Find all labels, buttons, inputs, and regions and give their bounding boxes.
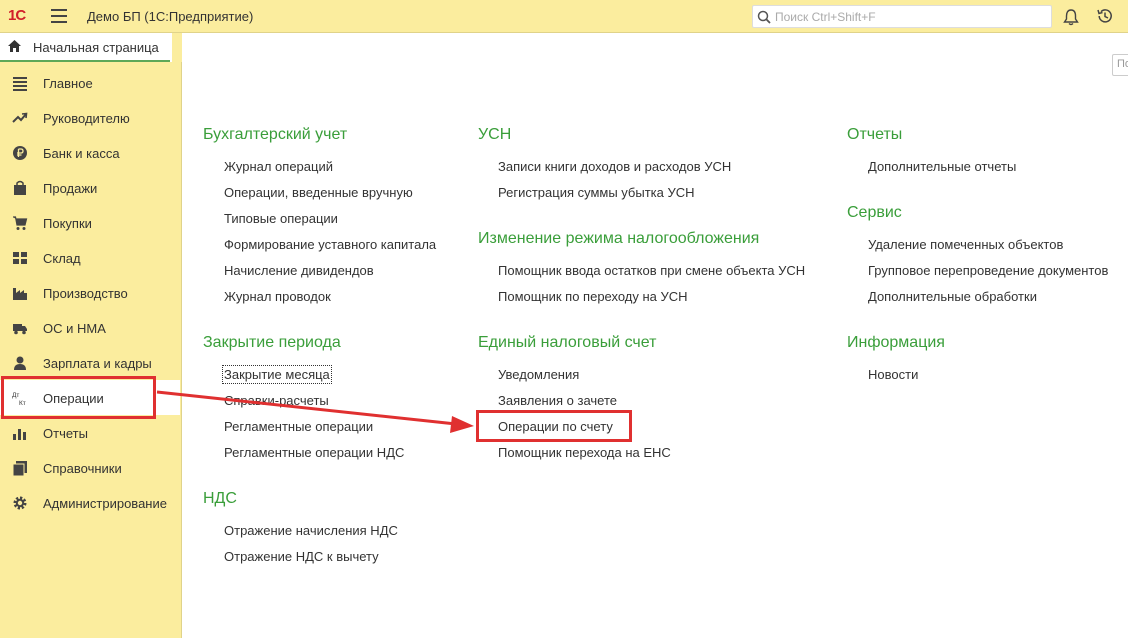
main-content: По Бухгалтерский учет Журнал операций Оп… <box>182 54 1128 638</box>
link-month-closing[interactable]: Закрытие месяца <box>222 365 332 384</box>
sidebar-item-label: Продажи <box>43 181 98 196</box>
sidebar-item-directories[interactable]: Справочники <box>0 450 180 485</box>
tab-home-label: Начальная страница <box>33 40 159 55</box>
sidebar-item-label: Справочники <box>43 461 122 476</box>
bag-icon <box>14 180 26 195</box>
group-title-reports: Отчеты <box>847 126 903 143</box>
sidebar-item-payroll[interactable]: Зарплата и кадры <box>0 345 180 380</box>
trend-icon <box>12 112 28 123</box>
group-title-information: Информация <box>847 334 945 351</box>
link-usn-balance-wizard[interactable]: Помощник ввода остатков при смене объект… <box>498 263 805 278</box>
link-regulatory-operations[interactable]: Регламентные операции <box>224 419 373 434</box>
group-title-vat: НДС <box>203 490 237 507</box>
ruble-icon <box>13 146 27 160</box>
history-icon[interactable] <box>1096 7 1114 25</box>
link-vat-deduction[interactable]: Отражение НДС к вычету <box>224 549 379 564</box>
sidebar-item-label: Руководителю <box>43 111 130 126</box>
link-additional-processing[interactable]: Дополнительные обработки <box>868 289 1037 304</box>
link-manual-operations[interactable]: Операции, введенные вручную <box>224 185 413 200</box>
link-capital-formation[interactable]: Формирование уставного капитала <box>224 237 436 252</box>
search-icon <box>757 10 771 24</box>
link-operations-journal[interactable]: Журнал операций <box>224 159 333 174</box>
sidebar-item-label: Банк и касса <box>43 146 120 161</box>
link-regulatory-vat[interactable]: Регламентные операции НДС <box>224 445 404 460</box>
app-title: Демо БП (1С:Предприятие) <box>87 9 254 24</box>
sidebar-item-manager[interactable]: Руководителю <box>0 100 180 135</box>
sidebar-item-reports[interactable]: Отчеты <box>0 415 180 450</box>
sidebar-item-label: ОС и НМА <box>43 321 106 336</box>
sidebar-item-warehouse[interactable]: Склад <box>0 240 180 275</box>
bell-icon[interactable] <box>1062 8 1080 26</box>
sidebar-item-production[interactable]: Производство <box>0 275 180 310</box>
group-title-accounting: Бухгалтерский учет <box>203 126 348 143</box>
sidebar-item-label: Зарплата и кадры <box>43 356 152 371</box>
search-box[interactable] <box>752 5 1052 28</box>
logo-1c: 1С <box>8 7 26 24</box>
link-typical-operations[interactable]: Типовые операции <box>224 211 338 226</box>
sidebar-item-label: Администрирование <box>43 496 167 511</box>
link-group-reposting[interactable]: Групповое перепроведение документов <box>868 263 1108 278</box>
sidebar-item-label: Главное <box>43 76 93 91</box>
books-icon <box>12 461 27 476</box>
sidebar-item-purchases[interactable]: Покупки <box>0 205 180 240</box>
link-dividends[interactable]: Начисление дивидендов <box>224 263 374 278</box>
sidebar-item-label: Покупки <box>43 216 92 231</box>
link-ens-wizard[interactable]: Помощник перехода на ЕНС <box>498 445 671 460</box>
factory-icon <box>13 288 27 300</box>
sidebar-item-label: Склад <box>43 251 81 266</box>
highlight-box-account-operations <box>476 410 632 442</box>
link-notifications[interactable]: Уведомления <box>498 367 579 382</box>
group-title-tax-regime: Изменение режима налогообложения <box>478 230 760 247</box>
link-entries-journal[interactable]: Журнал проводок <box>224 289 331 304</box>
group-title-usn: УСН <box>478 126 512 143</box>
gear-icon <box>13 496 27 510</box>
sidebar-item-assets[interactable]: ОС и НМА <box>0 310 180 345</box>
tab-divider <box>172 33 182 62</box>
cart-icon <box>13 216 28 230</box>
group-title-service: Сервис <box>847 204 902 221</box>
link-usn-loss[interactable]: Регистрация суммы убытка УСН <box>498 185 695 200</box>
person-icon <box>14 356 26 370</box>
link-usn-transition-wizard[interactable]: Помощник по переходу на УСН <box>498 289 688 304</box>
warehouse-icon <box>13 252 27 264</box>
sidebar-item-admin[interactable]: Администрирование <box>0 485 180 520</box>
link-additional-reports[interactable]: Дополнительные отчеты <box>868 159 1016 174</box>
sidebar: Главное Руководителю Банк и касса Продаж… <box>0 62 182 638</box>
sidebar-item-label: Отчеты <box>43 426 88 441</box>
title-bar: 1С Демо БП (1С:Предприятие) <box>0 0 1128 33</box>
link-usn-book[interactable]: Записи книги доходов и расходов УСН <box>498 159 731 174</box>
link-calculations[interactable]: Справки-расчеты <box>224 393 329 408</box>
search-input[interactable] <box>775 9 1045 25</box>
tab-home[interactable]: Начальная страница <box>0 33 170 62</box>
link-news[interactable]: Новости <box>868 367 918 382</box>
group-title-ens: Единый налоговый счет <box>478 334 657 351</box>
sidebar-item-bank[interactable]: Банк и касса <box>0 135 180 170</box>
sidebar-item-label: Производство <box>43 286 128 301</box>
home-icon <box>8 40 21 52</box>
link-offset-applications[interactable]: Заявления о зачете <box>498 393 617 408</box>
sidebar-item-main[interactable]: Главное <box>0 65 180 100</box>
sidebar-item-sales[interactable]: Продажи <box>0 170 180 205</box>
menu-icon[interactable] <box>51 9 67 23</box>
group-title-period-closing: Закрытие периода <box>203 334 341 351</box>
link-delete-marked[interactable]: Удаление помеченных объектов <box>868 237 1063 252</box>
corner-button[interactable]: По <box>1112 54 1128 76</box>
list-icon <box>13 77 27 91</box>
link-vat-accrual[interactable]: Отражение начисления НДС <box>224 523 398 538</box>
truck-icon <box>13 324 27 335</box>
bar-chart-icon <box>13 429 26 440</box>
highlight-box-operations <box>1 376 156 419</box>
tab-row: Начальная страница <box>0 33 1128 62</box>
